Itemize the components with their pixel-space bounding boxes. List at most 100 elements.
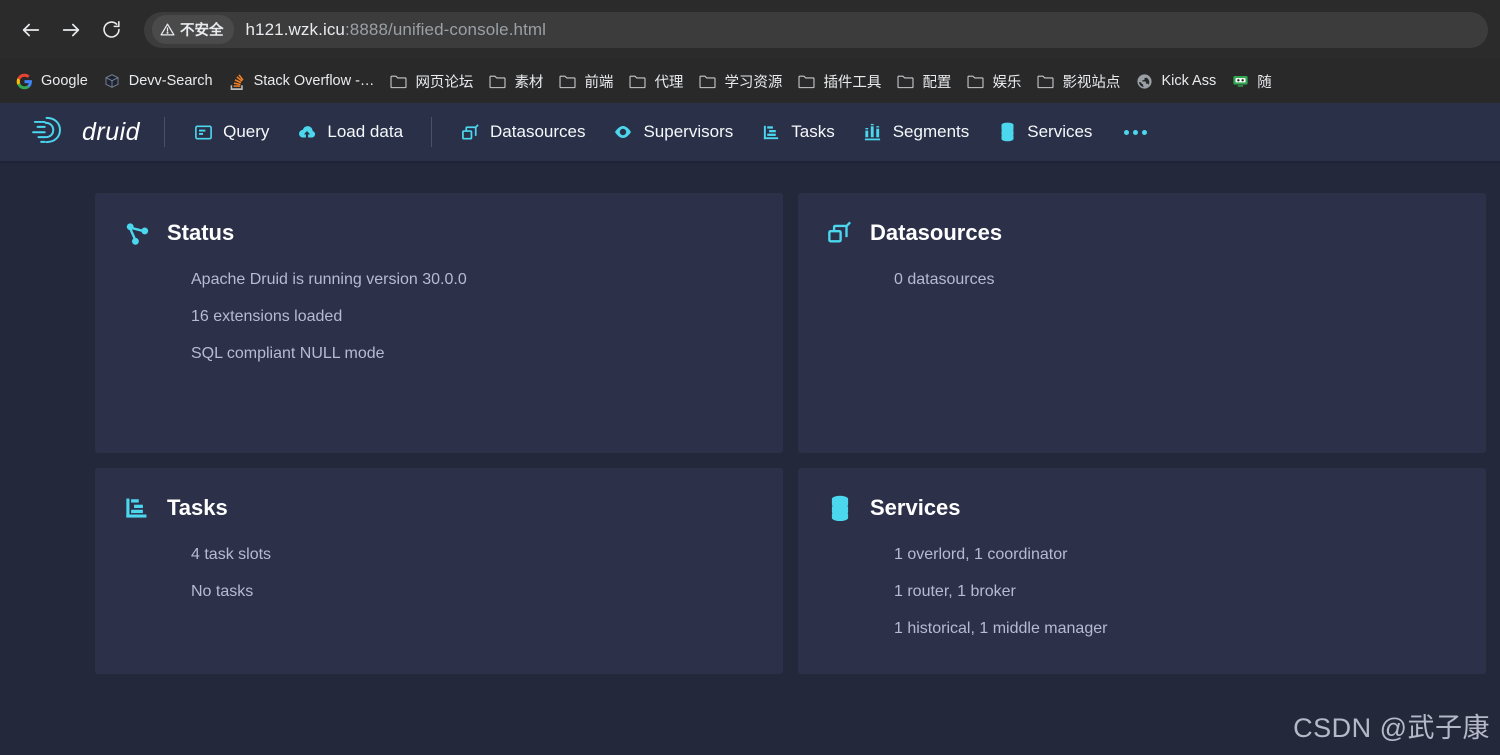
url-host: h121.wzk.icu <box>246 20 345 39</box>
bookmark-label: Kick Ass <box>1161 73 1216 89</box>
google-icon <box>16 73 33 90</box>
bookmark-devv-search[interactable]: Devv-Search <box>96 68 221 95</box>
datasources-card[interactable]: Datasources 0 datasources <box>798 193 1486 453</box>
nav-item-load-data[interactable]: Load data <box>283 114 417 150</box>
folder-icon <box>629 73 646 90</box>
bookmarks-bar: Google Devv-Search Stack Overflow -… <box>0 59 1500 103</box>
bookmark-label: 素材 <box>514 71 543 92</box>
gantt-icon <box>761 122 781 142</box>
nav-item-label: Tasks <box>791 122 834 142</box>
bookmark-folder-yule[interactable]: 娱乐 <box>959 66 1029 97</box>
bar-chart-icon <box>863 122 883 142</box>
folder-icon <box>699 73 716 90</box>
address-bar[interactable]: 不安全 h121.wzk.icu:8888/unified-console.ht… <box>144 12 1488 48</box>
card-line: 1 historical, 1 middle manager <box>826 610 1458 647</box>
more-dot <box>1124 130 1129 135</box>
card-title: Datasources <box>870 220 1002 246</box>
bookmark-folder-daili[interactable]: 代理 <box>621 66 691 97</box>
datasources-icon <box>826 219 854 247</box>
back-arrow-icon <box>20 19 42 41</box>
nav-item-supervisors[interactable]: Supervisors <box>599 114 747 150</box>
card-header: Status <box>123 219 755 247</box>
bookmark-kick-ass[interactable]: Kick Ass <box>1128 68 1224 95</box>
bookmark-roboform[interactable]: 随 <box>1224 66 1280 97</box>
reload-icon <box>101 19 122 40</box>
folder-icon <box>967 73 984 90</box>
nav-divider-2 <box>431 117 432 147</box>
eye-icon <box>613 122 633 142</box>
bookmark-folder-chajiangongju[interactable]: 插件工具 <box>790 66 889 97</box>
database-icon <box>997 122 1017 142</box>
cube-icon <box>104 73 121 90</box>
druid-logo-icon <box>30 113 72 152</box>
more-dot <box>1133 130 1138 135</box>
browser-toolbar: 不安全 h121.wzk.icu:8888/unified-console.ht… <box>0 0 1500 59</box>
bookmark-label: 代理 <box>654 71 683 92</box>
database-icon <box>826 494 854 522</box>
card-header: Datasources <box>826 219 1458 247</box>
reload-button[interactable] <box>92 11 130 49</box>
nav-item-tasks[interactable]: Tasks <box>747 114 848 150</box>
nav-item-services[interactable]: Services <box>983 114 1106 150</box>
back-button[interactable] <box>12 11 50 49</box>
card-line: SQL compliant NULL mode <box>123 335 755 372</box>
watermark: CSDN @武子康 <box>1293 706 1490 745</box>
bookmark-label: Devv-Search <box>129 73 213 89</box>
nav-divider-1 <box>164 117 165 147</box>
status-card[interactable]: Status Apache Druid is running version 3… <box>95 193 783 453</box>
bookmark-folder-qianduan[interactable]: 前端 <box>551 66 621 97</box>
nav-item-label: Datasources <box>490 122 585 142</box>
stackoverflow-icon <box>229 73 246 90</box>
card-line: 16 extensions loaded <box>123 298 755 335</box>
security-status-label: 不安全 <box>180 19 224 40</box>
nav-item-segments[interactable]: Segments <box>849 114 984 150</box>
nav-item-query[interactable]: Query <box>179 114 283 150</box>
card-header: Tasks <box>123 494 755 522</box>
cloud-upload-icon <box>297 122 317 142</box>
nav-item-label: Query <box>223 122 269 142</box>
nav-more-button[interactable] <box>1110 120 1161 145</box>
druid-logo-text: druid <box>82 118 140 147</box>
home-view: Status Apache Druid is running version 3… <box>0 163 1500 753</box>
services-card[interactable]: Services 1 overlord, 1 coordinator 1 rou… <box>798 468 1486 674</box>
nav-item-label: Supervisors <box>643 122 733 142</box>
card-line: Apache Druid is running version 30.0.0 <box>123 261 755 298</box>
druid-navbar: druid Query Load data Datasources Superv… <box>0 103 1500 163</box>
bookmark-label: 影视站点 <box>1062 71 1120 92</box>
folder-icon <box>489 73 506 90</box>
card-title: Services <box>870 495 961 521</box>
bookmark-label: Stack Overflow -… <box>254 73 375 89</box>
druid-logo[interactable]: druid <box>18 113 150 152</box>
bookmark-folder-wangyeluntan[interactable]: 网页论坛 <box>382 66 481 97</box>
globe-icon <box>1136 73 1153 90</box>
folder-icon <box>1037 73 1054 90</box>
forward-button[interactable] <box>52 11 90 49</box>
roboform-icon <box>1232 73 1249 90</box>
card-line: 1 overlord, 1 coordinator <box>826 536 1458 573</box>
card-line: 0 datasources <box>826 261 1458 298</box>
forward-arrow-icon <box>60 19 82 41</box>
card-header: Services <box>826 494 1458 522</box>
card-line: No tasks <box>123 573 755 610</box>
bookmark-folder-sucai[interactable]: 素材 <box>481 66 551 97</box>
bookmark-folder-xuexiziyuan[interactable]: 学习资源 <box>691 66 790 97</box>
bookmark-label: 配置 <box>922 71 951 92</box>
nav-item-datasources[interactable]: Datasources <box>446 114 599 150</box>
bookmark-label: 插件工具 <box>823 71 881 92</box>
folder-icon <box>897 73 914 90</box>
query-icon <box>193 122 213 142</box>
bookmark-folder-peizhi[interactable]: 配置 <box>889 66 959 97</box>
tasks-card[interactable]: Tasks 4 task slots No tasks <box>95 468 783 674</box>
security-status-chip[interactable]: 不安全 <box>152 15 234 44</box>
card-title: Tasks <box>167 495 228 521</box>
folder-icon <box>559 73 576 90</box>
card-line: 4 task slots <box>123 536 755 573</box>
bookmark-label: 学习资源 <box>724 71 782 92</box>
nav-item-label: Services <box>1027 122 1092 142</box>
bookmark-google[interactable]: Google <box>8 68 96 95</box>
bookmark-stack-overflow[interactable]: Stack Overflow -… <box>221 68 383 95</box>
folder-icon <box>390 73 407 90</box>
bookmark-folder-yingshizhandian[interactable]: 影视站点 <box>1029 66 1128 97</box>
nav-item-label: Load data <box>327 122 403 142</box>
warning-triangle-icon <box>160 22 175 37</box>
